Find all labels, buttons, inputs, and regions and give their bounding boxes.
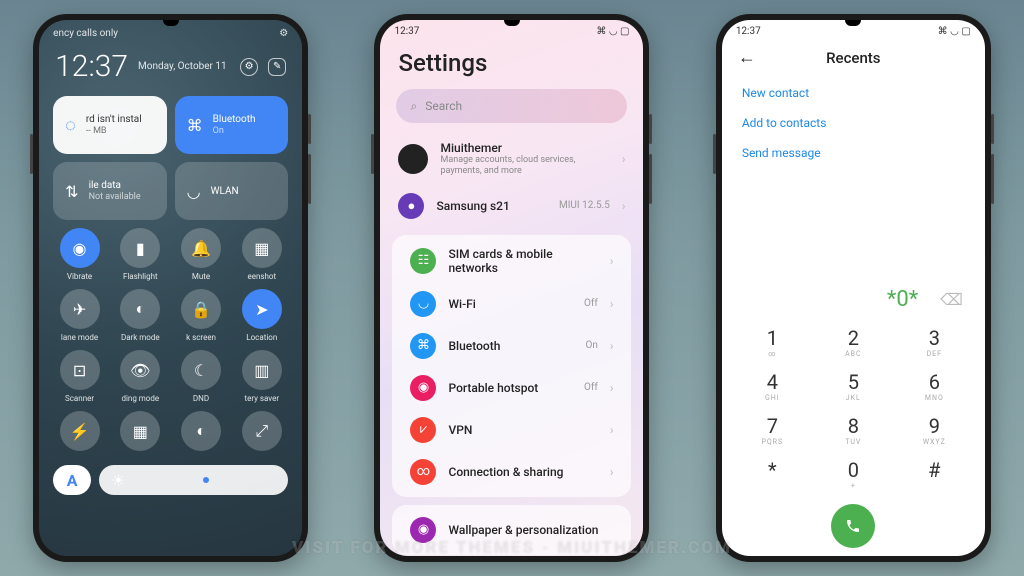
chevron-right-icon: › [622,199,626,213]
qs-extra[interactable]: ◐ [175,411,228,451]
chevron-right-icon: › [622,152,626,166]
qs-vibrate[interactable]: ◉Vibrate [53,228,106,281]
phone-settings: 12:37 ⌘ ◡ ▢ Settings ⌕ Search Miuithemer… [374,14,649,562]
phone-controlcenter: ency calls only ⚙ 12:37 Monday, October … [33,14,308,562]
key-2[interactable]: 2ABC [813,320,894,364]
qs-extra[interactable]: ▦ [114,411,167,451]
qs-lane-mode[interactable]: ✈lane mode [53,289,106,342]
watermark: VISIT FOR MORE THEMES - MIUITHEMER.COM [0,538,1024,558]
brightness-slider[interactable]: ☀ [99,465,288,495]
theme-row[interactable]: ● Samsung s21 MIUI 12.5.5 › [380,185,643,227]
clock-date: Monday, October 11 [138,61,230,72]
status-time: 12:37 [736,26,761,37]
auto-brightness-toggle[interactable]: A [53,465,91,495]
status-carrier: ency calls only [53,28,118,39]
settings-row[interactable]: ⌘BluetoothOn› [392,325,631,367]
key-*[interactable]: * [732,452,813,496]
dial-display: *0* ⌫ [722,275,985,318]
page-title: Settings [380,39,643,89]
droplet-icon: ◌ [65,115,76,136]
qs-scanner[interactable]: ⊡Scanner [53,350,106,403]
qs-mute[interactable]: 🔔Mute [175,228,228,281]
clock-time: 12:37 [55,49,128,84]
key-7[interactable]: 7PQRS [732,408,813,452]
search-icon: ⌕ [410,99,417,114]
settings-row[interactable]: ◡Wi-FiOff› [392,283,631,325]
qs-dnd[interactable]: ☾DND [175,350,228,403]
tile-storage[interactable]: ◌ rd isn't instal-- MB [53,96,167,154]
back-button[interactable]: ← [738,47,756,68]
qs-location[interactable]: ➤Location [235,289,288,342]
dialer-link[interactable]: Send message [742,138,965,168]
settings-row[interactable]: ∞Connection & sharing› [392,451,631,493]
key-5[interactable]: 5JKL [813,364,894,408]
dialer-link[interactable]: Add to contacts [742,108,965,138]
account-sub: Manage accounts, cloud services, payment… [440,155,609,177]
key-0[interactable]: 0+ [813,452,894,496]
tile-bluetooth[interactable]: ⌘ BluetoothOn [175,96,289,154]
qs-extra[interactable]: ⤢ [235,411,288,451]
key-3[interactable]: 3DEF [894,320,975,364]
phone-icon [845,518,861,534]
settings-row[interactable]: ☷SIM cards & mobile networks› [392,239,631,283]
page-title: Recents [756,49,951,67]
backspace-icon[interactable]: ⌫ [940,290,963,309]
qs-k-screen[interactable]: 🔒k screen [175,289,228,342]
miui-badge: MIUI 12.5.5 [559,200,610,211]
dialed-number: *0* [887,287,918,312]
brightness-icon: ☀ [111,471,125,490]
avatar [398,144,428,174]
slider-thumb[interactable] [203,477,209,483]
search-input[interactable]: ⌕ Search [396,89,627,123]
status-time: 12:37 [394,26,419,37]
qs-flashlight[interactable]: ▮Flashlight [114,228,167,281]
tile-mobiledata[interactable]: ⇅ ile dataNot available [53,162,167,220]
data-icon: ⇅ [65,182,78,201]
status-icons: ⌘ ◡ ▢ [938,26,971,37]
dialer-link[interactable]: New contact [742,78,965,108]
wifi-icon: ◡ [187,182,201,201]
theme-name: Samsung s21 [436,199,547,213]
key-1[interactable]: 1∞ [732,320,813,364]
tile-wlan[interactable]: ◡ WLAN [175,162,289,220]
bluetooth-icon: ⌘ [187,116,203,135]
cc-header: 12:37 Monday, October 11 ⚙ ✎ [39,43,302,96]
status-icons: ⌘ ◡ ▢ [596,26,629,37]
account-row[interactable]: Miuithemer Manage accounts, cloud servic… [380,133,643,185]
key-4[interactable]: 4GHI [732,364,813,408]
phone-dialer: 12:37 ⌘ ◡ ▢ ← Recents New contactAdd to … [716,14,991,562]
qs-eenshot[interactable]: ▦eenshot [235,228,288,281]
qs-dark-mode[interactable]: ◐Dark mode [114,289,167,342]
settings-icon[interactable]: ⚙ [240,58,258,76]
qs-ding-mode[interactable]: 👁ding mode [114,350,167,403]
status-icons: ⚙ [279,28,288,39]
key-6[interactable]: 6MNO [894,364,975,408]
key-#[interactable]: # [894,452,975,496]
qs-extra[interactable]: ⚡ [53,411,106,451]
account-name: Miuithemer [440,141,609,155]
key-8[interactable]: 8TUV [813,408,894,452]
settings-row[interactable]: ◉Portable hotspotOff› [392,367,631,409]
edit-icon[interactable]: ✎ [268,58,286,76]
qs-tery-saver[interactable]: ▥tery saver [235,350,288,403]
key-9[interactable]: 9WXYZ [894,408,975,452]
theme-icon: ● [398,193,424,219]
settings-row[interactable]: ⩗VPN› [392,409,631,451]
